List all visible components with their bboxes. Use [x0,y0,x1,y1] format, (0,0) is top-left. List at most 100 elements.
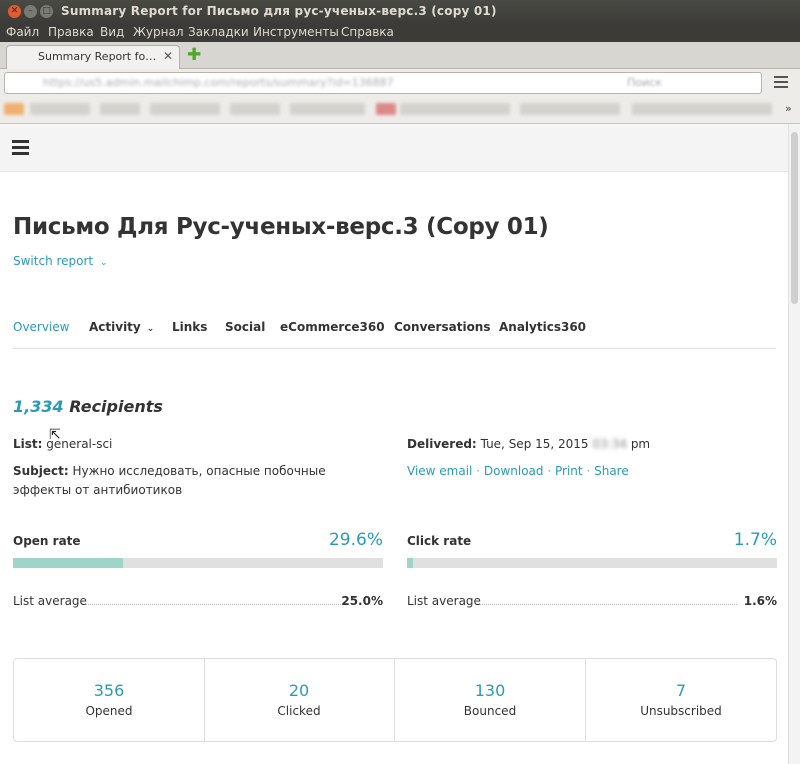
minimize-window-icon[interactable]: – [24,5,37,18]
tab-overview[interactable]: Overview [13,320,70,334]
separator: · [476,464,481,478]
stat-value: 20 [288,681,310,700]
open-rate-value: 29.6% [328,530,383,550]
recipients-count: 1,334 [13,397,64,416]
stat-label: Opened [85,704,133,718]
page-content: Письмо Для Рус-ученых-верс.3 (Copy 01) S… [0,124,788,764]
bookmark-item[interactable] [100,103,140,115]
delivered-suffix: pm [630,437,651,451]
tab-social[interactable]: Social [225,320,265,334]
report-tabs: Overview Activity ⌄ Links Social eCommerc… [13,320,776,349]
bookmark-item[interactable] [520,103,620,115]
bookmark-item[interactable] [632,103,772,115]
recipients-label: Recipients [69,397,163,416]
list-average-value: 1.6% [743,594,777,608]
delivered-label: Delivered: [407,437,477,451]
tab-conversations[interactable]: Conversations [394,320,491,334]
url-text[interactable]: https://us5.admin.mailchimp.com/reports/… [43,76,394,89]
browser-tab-label: Summary Report fo… [38,50,157,63]
close-window-icon[interactable]: ✕ [8,5,21,18]
delivered-info: Delivered: Tue, Sep 15, 2015 03:34 pm [407,435,777,454]
scrollbar-thumb[interactable] [791,132,798,304]
bookmark-item[interactable] [4,103,24,115]
search-box[interactable]: Поиск [627,76,662,89]
tab-links[interactable]: Links [172,320,207,334]
click-rate-label: Click rate [407,534,472,548]
list-label: List: [13,437,43,451]
app-header [0,124,788,172]
menu-bar: Файл Правка Вид Журнал Закладки Инструме… [0,24,800,42]
open-rate-bar-fill [13,558,123,568]
open-rate-label: Open rate [13,534,81,548]
new-tab-icon[interactable]: ✚ [187,45,201,65]
download-link[interactable]: Download [484,464,544,478]
close-tab-icon[interactable]: ✕ [163,49,173,63]
bookmark-item[interactable] [376,103,396,115]
page-title: Письмо Для Рус-ученых-верс.3 (Copy 01) [13,214,549,240]
mouse-cursor-icon: ⇱ [49,427,61,443]
list-info: List: general-sci [13,435,383,454]
tab-activity[interactable]: Activity ⌄ [89,320,154,334]
bookmark-item[interactable] [150,103,220,115]
chevron-down-icon: ⌄ [146,324,155,334]
dotted-leader [480,604,737,605]
menu-view[interactable]: Вид [100,25,124,39]
browser-tab[interactable]: Summary Report fo… ✕ [6,45,180,69]
bookmark-item[interactable] [30,103,90,115]
stat-label: Unsubscribed [640,704,722,718]
browser-tab-bar: Summary Report fo… ✕ ✚ [0,42,800,69]
stat-label: Bounced [463,704,517,718]
menu-help[interactable]: Справка [341,25,394,39]
click-rate-bar-fill [407,558,414,568]
view-email-link[interactable]: View email [407,464,472,478]
dotted-leader [86,604,343,605]
subject-info: Subject: Нужно исследовать, опасные побо… [13,462,383,500]
menu-edit[interactable]: Правка [48,25,94,39]
bookmark-item[interactable] [400,103,510,115]
list-average-label: List average [13,594,87,608]
click-rate-bar [407,558,777,568]
list-average-label: List average [407,594,481,608]
menu-file[interactable]: Файл [6,25,39,39]
delivered-time: 03:34 [592,437,627,451]
stat-value: 356 [93,681,125,700]
click-rate-list-average: List average 1.6% [407,594,777,610]
page-scrollbar[interactable] [788,124,800,764]
subject-label: Subject: [13,464,69,478]
bookmark-item[interactable] [230,103,280,115]
menu-tools[interactable]: Инструменты [253,25,339,39]
list-average-value: 25.0% [341,594,383,608]
chevron-down-icon: ⌄ [99,258,108,268]
menu-history[interactable]: Журнал [133,25,184,39]
switch-report-label: Switch report [13,254,94,268]
stat-clicked[interactable]: 20 Clicked [204,659,395,741]
stat-label: Clicked [277,704,321,718]
stat-unsubscribed[interactable]: 7 Unsubscribed [586,659,776,741]
tab-ecommerce360[interactable]: eCommerce360 [280,320,385,334]
switch-report-button[interactable]: Switch report ⌄ [13,254,108,268]
stat-value: 7 [675,681,687,700]
window-titlebar: ✕ – □ Summary Report for Письмо для рус-… [0,0,800,24]
delivered-value: Tue, Sep 15, 2015 [480,437,589,451]
bookmarks-overflow-icon[interactable]: » [785,102,792,115]
window-title: Summary Report for Письмо для рус-ученых… [61,4,497,18]
bookmark-item[interactable] [290,103,365,115]
open-rate-list-average: List average 25.0% [13,594,383,610]
navigation-bar: https://us5.admin.mailchimp.com/reports/… [0,69,800,97]
report-actions: View email · Download · Print · Share [407,462,777,481]
url-bar[interactable]: https://us5.admin.mailchimp.com/reports/… [4,72,762,94]
menu-bookmarks[interactable]: Закладки [188,25,249,39]
stats-summary: 356 Opened 20 Clicked 130 Bounced 7 Unsu… [13,658,777,742]
hamburger-menu-icon[interactable] [12,140,29,158]
open-rate-bar [13,558,383,568]
tab-analytics360[interactable]: Analytics360 [499,320,586,334]
stat-bounced[interactable]: 130 Bounced [395,659,586,741]
browser-menu-icon[interactable] [774,73,788,91]
maximize-window-icon[interactable]: □ [40,5,53,18]
bookmarks-toolbar: » [0,97,800,124]
share-link[interactable]: Share [594,464,629,478]
click-rate-value: 1.7% [733,530,777,550]
print-link[interactable]: Print [555,464,583,478]
tab-activity-label: Activity [89,320,141,334]
stat-opened[interactable]: 356 Opened [14,659,205,741]
